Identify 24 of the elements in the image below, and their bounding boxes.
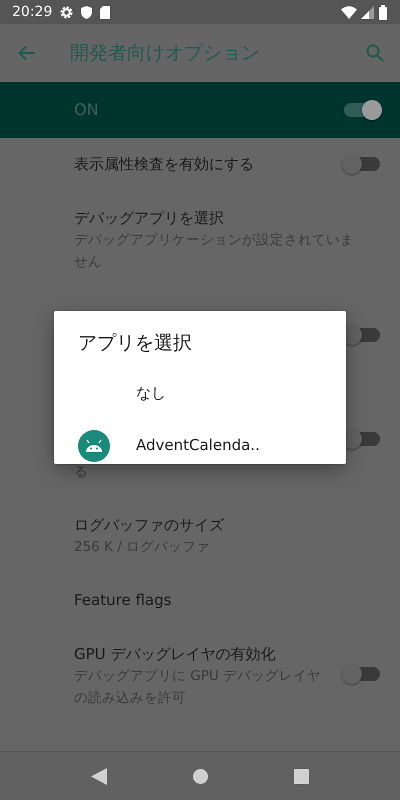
switch[interactable] <box>344 157 380 171</box>
screen-title: 開発者向けオプション <box>70 40 260 66</box>
dialog-title: アプリを選択 <box>78 331 193 356</box>
home-icon[interactable] <box>193 768 208 784</box>
android-icon <box>78 430 110 462</box>
status-time: 20:29 <box>12 2 52 22</box>
wifi-icon <box>341 6 357 18</box>
sd-card-icon <box>100 6 110 18</box>
setting-title: GPU デバッグレイヤの有効化 <box>74 644 276 665</box>
switch-label: ON <box>74 99 99 121</box>
setting-title: Feature flags <box>74 590 172 611</box>
back-icon[interactable] <box>91 768 107 784</box>
app-option[interactable]: なし <box>78 368 322 420</box>
app-option[interactable]: AdventCalenda.. <box>78 420 322 472</box>
setting-title: デバッグアプリを選択 <box>74 208 225 229</box>
setting-title: 表示属性検査を有効にする <box>74 154 255 175</box>
switch[interactable] <box>344 667 380 681</box>
recents-icon[interactable] <box>294 768 309 784</box>
switch[interactable] <box>344 103 380 117</box>
gear-icon <box>60 6 74 18</box>
shield-icon <box>81 6 92 18</box>
battery-icon <box>378 4 388 20</box>
signal-icon <box>361 6 374 18</box>
setting-title: ログバッファのサイズ <box>74 515 225 536</box>
